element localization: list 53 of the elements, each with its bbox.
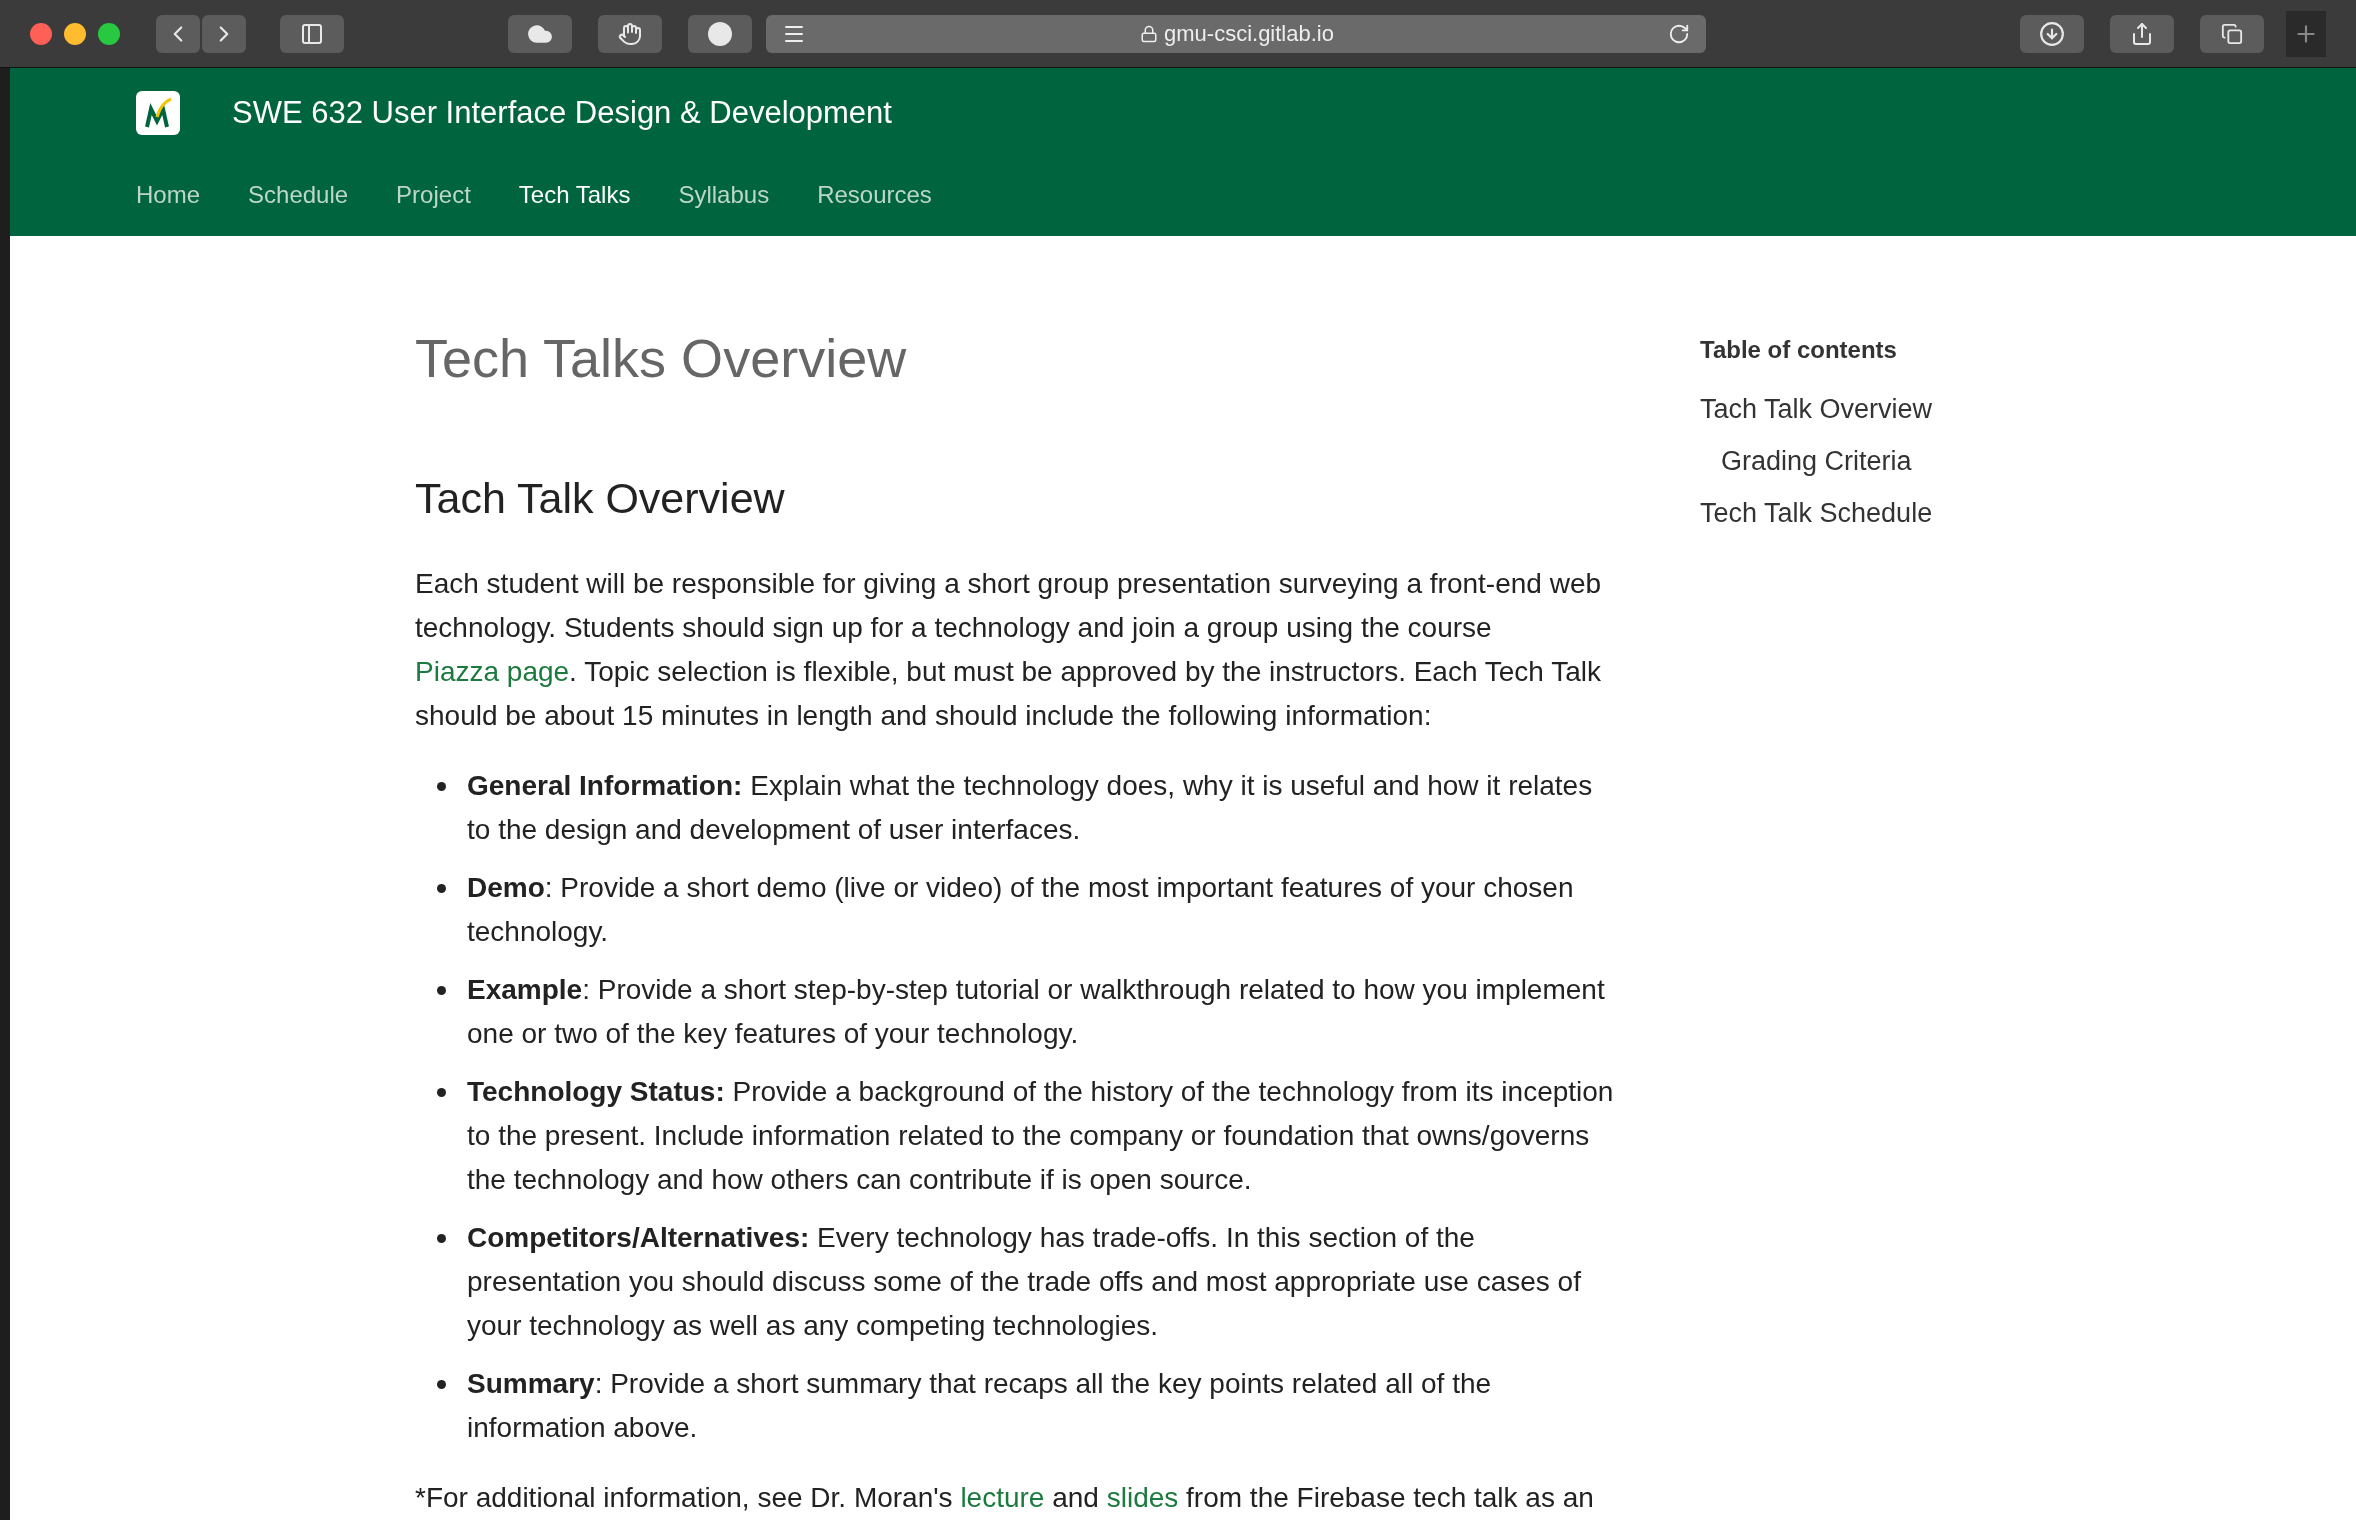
page-title: Tech Talks Overview [415,327,908,390]
list-item-text: General Information: Explain what the technology does, why it is useful and how it relates to the design and development of user interfaces. [467,769,1594,847]
intro-paragraph: Each student will be responsible for giving a short group presentation surveying a front-end web technology. Students should sign up for a technology and join a group using the course Piazza page. Topic selection is flexible, but must be approved by the instructors. Each Tech Talk should be about 15 minutes in length and should include the following information: [415,567,1603,733]
sidebar-button[interactable] [280,14,344,53]
bullet-icon [437,1234,446,1243]
link[interactable]: slides [1106,1482,1179,1513]
hand-button[interactable] [598,14,662,53]
note-paragraph: *For additional information, see Dr. Moran's lecture and slides from the Firebase tech talk as an [415,1481,1595,1515]
toc-heading: Table of contents [1700,335,1898,365]
lock-icon [1140,24,1158,43]
new-tab-button[interactable] [2286,10,2326,57]
toc-link[interactable]: Grading Criteria [1700,446,1933,476]
nav-link[interactable]: Schedule [248,177,349,213]
download-button[interactable] [2020,14,2084,53]
logo-icon[interactable] [136,91,180,135]
g-circle-button[interactable] [688,14,752,53]
tabs-icon [2221,22,2243,45]
list-item-text: Summary: Provide a short summary that recaps all the key points related all of the information above. [467,1367,1493,1445]
share-icon [2130,21,2154,46]
back-button[interactable] [156,14,200,53]
list-item-text: Example: Provide a short step-by-step tutorial or walkthrough related to how you implement one or two of the key features of your technology. [467,973,1606,1051]
list-item-text: Demo: Provide a short demo (live or video) of the most important features of your chosen technology. [467,871,1575,949]
list-item-text: Competitors/Alternatives: Every technology has trade-offs. In this section of the presentation you should discuss some of the trade offs and most appropriate use cases of your technology as well as any competing technologies. [467,1221,1582,1343]
tabs-button[interactable] [2200,14,2264,53]
minimize-window-icon[interactable] [64,22,86,45]
toc-link[interactable]: Tach Talk Overview [1700,394,1933,424]
toc-link[interactable]: Tech Talk Schedule [1700,498,1933,528]
cloud-button[interactable] [508,14,572,53]
nav-link[interactable]: Home [136,177,201,213]
maximize-window-icon[interactable] [98,22,120,45]
bullet-icon [437,884,446,893]
address-bar[interactable]: gmu-csci.gitlab.io [766,14,1706,53]
bullet-icon [437,986,446,995]
reload-icon[interactable] [1668,22,1690,45]
bullet-icon [437,782,446,791]
site-title[interactable]: SWE 632 User Interface Design & Development [232,89,892,137]
section-heading: Tach Talk Overview [415,473,786,524]
bullet-icon [437,1088,446,1097]
link[interactable]: lecture [960,1482,1045,1513]
link[interactable]: Piazza page [415,656,570,687]
hand-icon [618,21,642,46]
nav-link[interactable]: Tech Talks [518,177,631,213]
download-icon [2039,20,2065,47]
url-text: gmu-csci.gitlab.io [1164,20,1334,48]
forward-button[interactable] [202,14,246,53]
nav-link[interactable]: Project [396,177,471,213]
list-item-text: Technology Status: Provide a background of the history of the technology from its inception to the present. Include information related to the company or foundation that owns/governs the technology and how others can contribute if is open source. [467,1075,1615,1197]
nav-link[interactable]: Resources [817,177,932,213]
sidebar-icon [300,21,324,46]
bullet-icon [437,1380,446,1389]
nav-link[interactable]: Syllabus [678,177,770,213]
share-button[interactable] [2110,14,2174,53]
close-window-icon[interactable] [30,22,52,45]
